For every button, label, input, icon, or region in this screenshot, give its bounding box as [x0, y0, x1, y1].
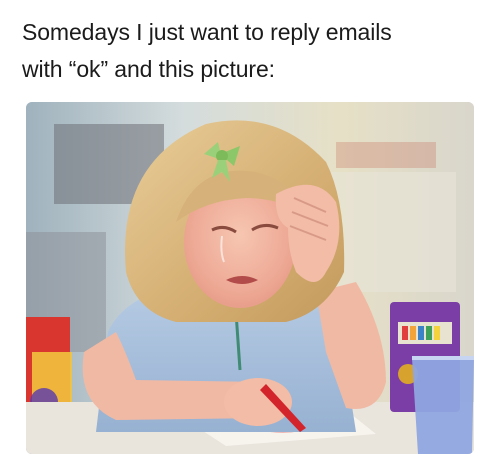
blue-cup: [412, 358, 474, 454]
background-shelf: [336, 142, 436, 168]
meme-photo: [26, 102, 474, 454]
crying-girl-illustration: [26, 102, 474, 454]
caption-line-2: with “ok” and this picture:: [22, 56, 275, 82]
caption-line-1: Somedays I just want to reply emails: [22, 19, 392, 45]
meme-caption: Somedays I just want to reply emails wit…: [22, 14, 482, 88]
